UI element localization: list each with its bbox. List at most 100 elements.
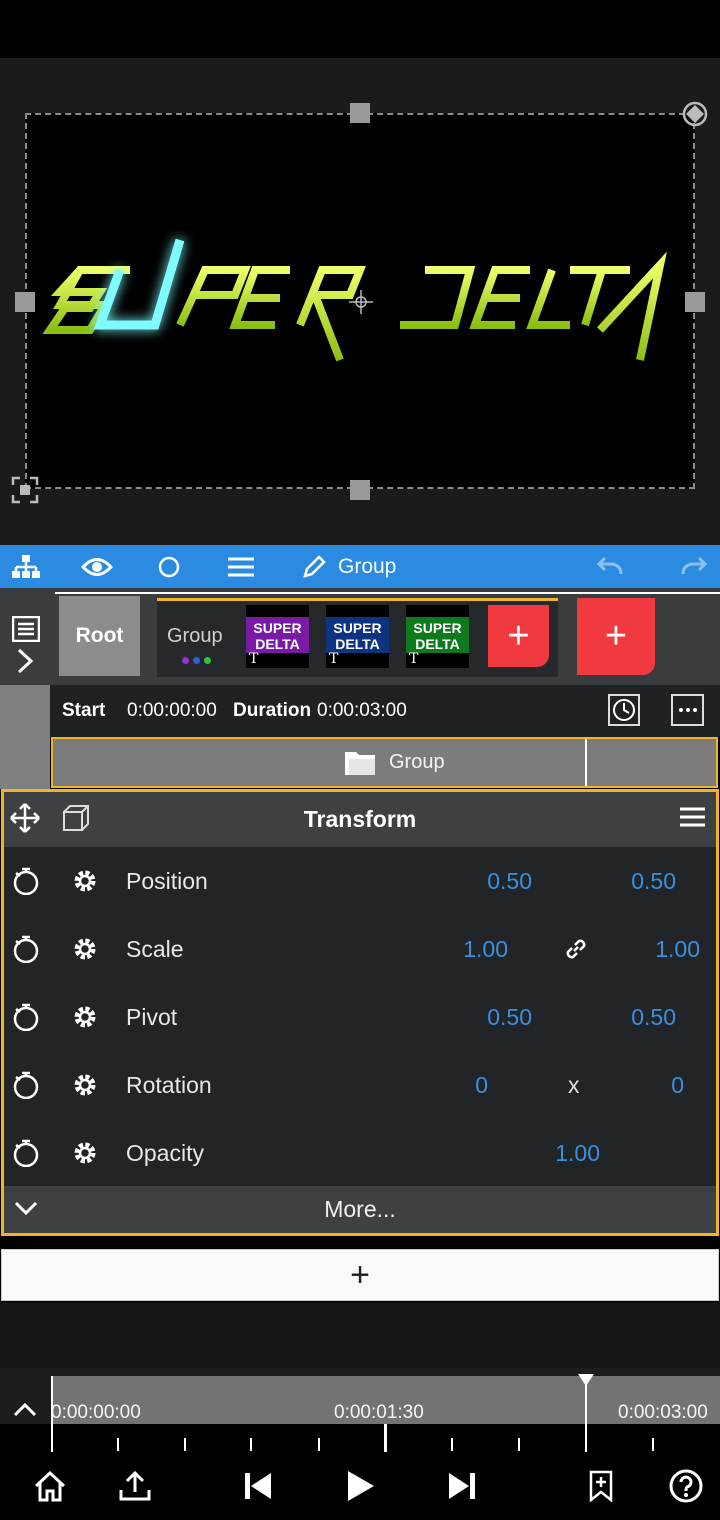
strip-divider	[55, 592, 720, 594]
chevron-up-icon[interactable]	[13, 1402, 37, 1418]
transform-menu-icon[interactable]	[679, 806, 706, 828]
folder-icon	[345, 752, 375, 775]
link-icon[interactable]	[562, 935, 590, 963]
pivot-crosshair-icon[interactable]	[349, 290, 373, 314]
property-label: Pivot	[126, 1004, 178, 1030]
stopwatch-icon[interactable]	[12, 1139, 40, 1167]
add-effect-button[interactable]: +	[1, 1249, 719, 1301]
more-options-icon[interactable]	[671, 694, 704, 726]
resize-handle-bottom[interactable]	[350, 480, 370, 500]
text-layer-thumbnail[interactable]: SUPER DELTA T	[246, 605, 309, 668]
value-opacity[interactable]: 1.00	[512, 1119, 600, 1187]
help-icon[interactable]	[658, 1458, 714, 1514]
thumbnail-line2: DELTA	[255, 636, 300, 652]
time-label-end: 0:00:03:00	[618, 1402, 708, 1423]
skip-forward-icon[interactable]	[434, 1458, 490, 1514]
resize-handle-top[interactable]	[350, 103, 370, 123]
playhead-marker	[585, 739, 587, 786]
root-layer-tile[interactable]: Root	[59, 596, 140, 676]
redo-icon[interactable]	[672, 545, 716, 588]
tick	[184, 1438, 186, 1451]
tick	[117, 1438, 119, 1451]
tick	[250, 1438, 252, 1451]
gear-icon[interactable]	[71, 1071, 99, 1099]
time-label-start: 0:00:00:00	[51, 1402, 141, 1423]
duration-value[interactable]: 0:00:03:00	[317, 700, 407, 722]
gear-icon[interactable]	[71, 1003, 99, 1031]
duration-label: Duration	[233, 700, 312, 721]
tick	[451, 1438, 453, 1451]
property-label: Opacity	[126, 1140, 204, 1166]
thumbnail-line2: DELTA	[415, 636, 460, 652]
rotation-separator: x	[568, 1072, 580, 1098]
text-layer-thumbnail[interactable]: SUPER DELTA T	[326, 605, 389, 668]
stopwatch-icon[interactable]	[12, 1071, 40, 1099]
thumbnail-line1: SUPER	[333, 620, 382, 636]
rotate-handle-icon[interactable]	[680, 99, 710, 129]
skip-back-icon[interactable]	[230, 1458, 286, 1514]
stopwatch-icon[interactable]	[12, 935, 40, 963]
text-type-icon: T	[329, 651, 339, 667]
layer-tree-icon[interactable]	[4, 545, 48, 588]
start-value[interactable]: 0:00:00:00	[127, 700, 217, 722]
value-x[interactable]: 0.50	[444, 983, 532, 1051]
toolbar-group-label[interactable]: Group	[338, 545, 396, 588]
stopwatch-icon[interactable]	[12, 1003, 40, 1031]
play-icon[interactable]	[332, 1458, 388, 1514]
menu-icon[interactable]	[219, 545, 263, 588]
more-button[interactable]: More...	[0, 1186, 720, 1233]
resize-handle-left[interactable]	[15, 292, 35, 312]
status-bar	[0, 0, 720, 58]
notes-icon[interactable]	[12, 616, 40, 642]
text-layer-thumbnail[interactable]: SUPER DELTA T	[406, 605, 469, 668]
group-color-dots	[182, 657, 212, 665]
transform-title: Transform	[303, 806, 417, 832]
add-layer-button[interactable]: +	[577, 598, 655, 675]
resize-handle-right[interactable]	[685, 292, 705, 312]
property-label: Scale	[126, 936, 184, 962]
export-icon[interactable]	[107, 1458, 163, 1514]
tick	[652, 1438, 654, 1451]
pencil-icon[interactable]	[292, 545, 336, 588]
empty-area	[0, 1302, 720, 1368]
group-tile-label: Group	[167, 625, 223, 647]
text-type-icon: T	[249, 651, 259, 667]
value-y[interactable]: 0.50	[584, 983, 676, 1051]
value-degrees[interactable]: 0	[640, 1051, 684, 1119]
eye-icon[interactable]	[75, 545, 119, 588]
bookmark-icon[interactable]	[573, 1458, 629, 1514]
timeline-playhead[interactable]	[585, 1376, 587, 1452]
major-tick	[384, 1424, 387, 1452]
clock-icon[interactable]	[608, 694, 640, 726]
rotation-row: Rotation 0 x 0	[4, 1051, 716, 1119]
group-bar-label: Group	[389, 751, 445, 773]
value-rotations[interactable]: 0	[444, 1051, 488, 1119]
info-side-panel	[0, 685, 50, 789]
time-label-mid: 0:00:01:30	[334, 1402, 424, 1423]
gear-icon[interactable]	[71, 867, 99, 895]
text-type-icon: T	[409, 651, 419, 667]
position-row: Position 0.50 0.50	[4, 847, 716, 915]
thumbnail-line2: DELTA	[335, 636, 380, 652]
group-clip-bar[interactable]	[51, 737, 718, 788]
undo-icon[interactable]	[588, 545, 632, 588]
tick	[518, 1438, 520, 1451]
chevron-right-icon[interactable]	[15, 648, 35, 674]
playhead-triangle-icon[interactable]	[578, 1374, 594, 1386]
tick	[318, 1438, 320, 1451]
property-label: Rotation	[126, 1072, 212, 1098]
value-x[interactable]: 1.00	[420, 915, 508, 983]
value-y[interactable]: 0.50	[584, 847, 676, 915]
home-icon[interactable]	[22, 1458, 78, 1514]
gear-icon[interactable]	[71, 1139, 99, 1167]
circle-icon[interactable]	[147, 545, 191, 588]
opacity-row: Opacity 1.00	[4, 1119, 716, 1187]
scale-row: Scale 1.00 1.00	[4, 915, 716, 983]
scale-corner-icon[interactable]	[10, 475, 40, 505]
stopwatch-icon[interactable]	[12, 867, 40, 895]
value-y[interactable]: 1.00	[608, 915, 700, 983]
property-label: Position	[126, 868, 208, 894]
value-x[interactable]: 0.50	[444, 847, 532, 915]
add-layer-in-group-button[interactable]: +	[488, 605, 549, 667]
gear-icon[interactable]	[71, 935, 99, 963]
